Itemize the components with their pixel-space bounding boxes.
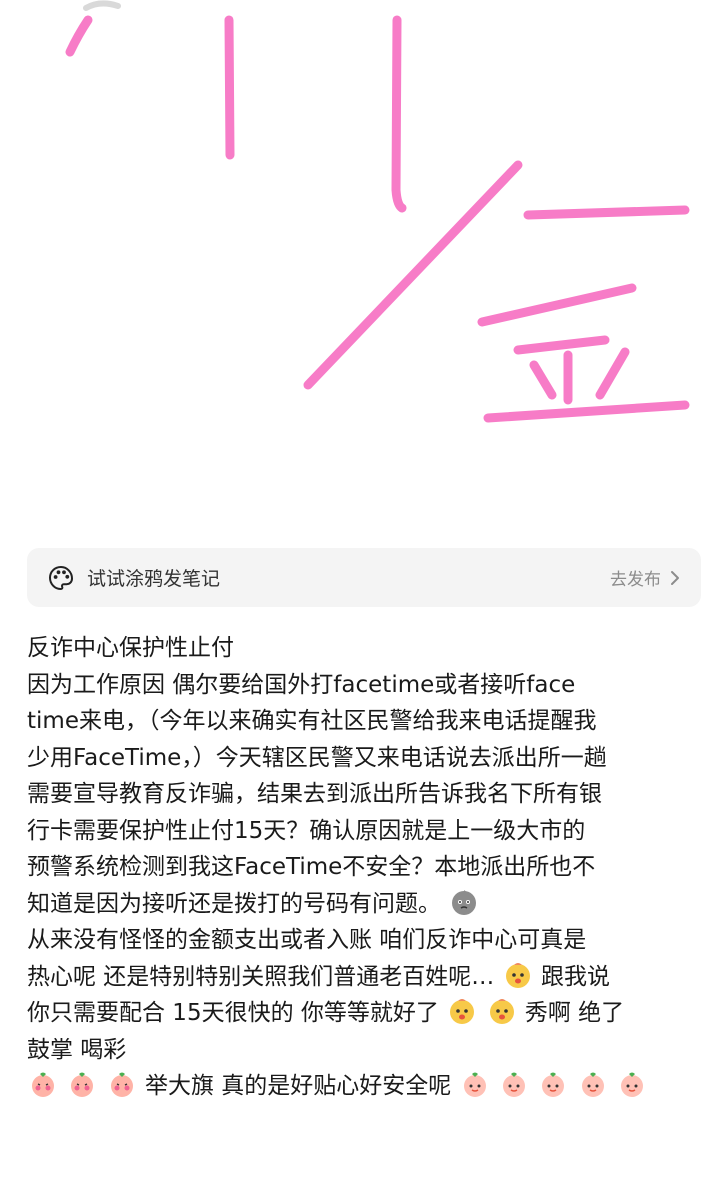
post-line: 少用FaceTime，）今天辖区民警又来电话说去派出所一趟 bbox=[27, 744, 607, 771]
gray-face-emoji bbox=[452, 889, 477, 915]
post-line: 举大旗 真的是好贴心好安全呢 bbox=[27, 1068, 707, 1105]
peach-blush-emoji bbox=[32, 1072, 54, 1097]
palette-icon bbox=[48, 565, 74, 590]
peach-face-emoji bbox=[581, 1072, 604, 1097]
yellow-face-emoji bbox=[489, 999, 514, 1024]
post-line-text: 知道是因为接听还是拨打的号码有问题。 bbox=[27, 890, 441, 917]
yellow-face-emoji bbox=[450, 999, 475, 1024]
post-line: 从来没有怪怪的金额支出或者入账 咱们反诈中心可真是 bbox=[27, 927, 587, 953]
post-line: 知道是因为接听还是拨打的号码有问题。 bbox=[27, 886, 707, 923]
yellow-face-emoji bbox=[505, 962, 530, 988]
chevron-right-icon bbox=[671, 570, 679, 585]
post-line: time来电，（今年以来确实有社区民警给我来电话提醒我 bbox=[27, 708, 597, 734]
post-line-text: 秀啊 绝了 bbox=[524, 1000, 625, 1026]
post-body: 反诈中心保护性止付 因为工作原因 偶尔要给国外打facetime或者接听face… bbox=[27, 630, 707, 1105]
doodle-note-bar[interactable]: 试试涂鸦发笔记 去发布 bbox=[27, 548, 701, 607]
peach-face-emoji bbox=[502, 1072, 525, 1097]
post-title: 反诈中心保护性止付 bbox=[27, 635, 234, 661]
peach-blush-emoji bbox=[110, 1072, 133, 1097]
post-line-text: 跟我说 bbox=[540, 963, 610, 990]
peach-face-emoji bbox=[463, 1072, 486, 1097]
peach-face-emoji bbox=[620, 1072, 643, 1097]
post-line-text: 热心呢 还是特别特别关照我们普通老百姓呢… bbox=[27, 963, 495, 990]
publish-button[interactable]: 去发布 bbox=[610, 565, 681, 590]
peach-face-emoji bbox=[542, 1072, 565, 1097]
post-line: 热心呢 还是特别特别关照我们普通老百姓呢… 跟我说 bbox=[27, 959, 707, 996]
post-line-text: 你只需要配合 15天很快的 你等等就好了 bbox=[27, 1000, 439, 1026]
post-line: 行卡需要保护性止付15天？确认原因就是上一级大市的 bbox=[27, 817, 586, 844]
post-line: 因为工作原因 偶尔要给国外打facetime或者接听face bbox=[27, 671, 576, 698]
post-line: 你只需要配合 15天很快的 你等等就好了 秀啊 绝了 bbox=[27, 995, 707, 1032]
post-line: 预警系统检测到我这FaceTime不安全？本地派出所也不 bbox=[27, 854, 596, 880]
doodle-prompt-label: 试试涂鸦发笔记 bbox=[87, 568, 221, 590]
post-line: 需要宣导教育反诈骗，结果去到派出所告诉我名下所有银 bbox=[27, 781, 602, 807]
peach-blush-emoji bbox=[71, 1072, 94, 1097]
publish-label: 去发布 bbox=[610, 570, 661, 590]
doodle-canvas[interactable] bbox=[0, 0, 728, 540]
post-line: 鼓掌 喝彩 bbox=[27, 1036, 127, 1063]
post-line-text: 举大旗 真的是好贴心好安全呢 bbox=[144, 1073, 452, 1099]
